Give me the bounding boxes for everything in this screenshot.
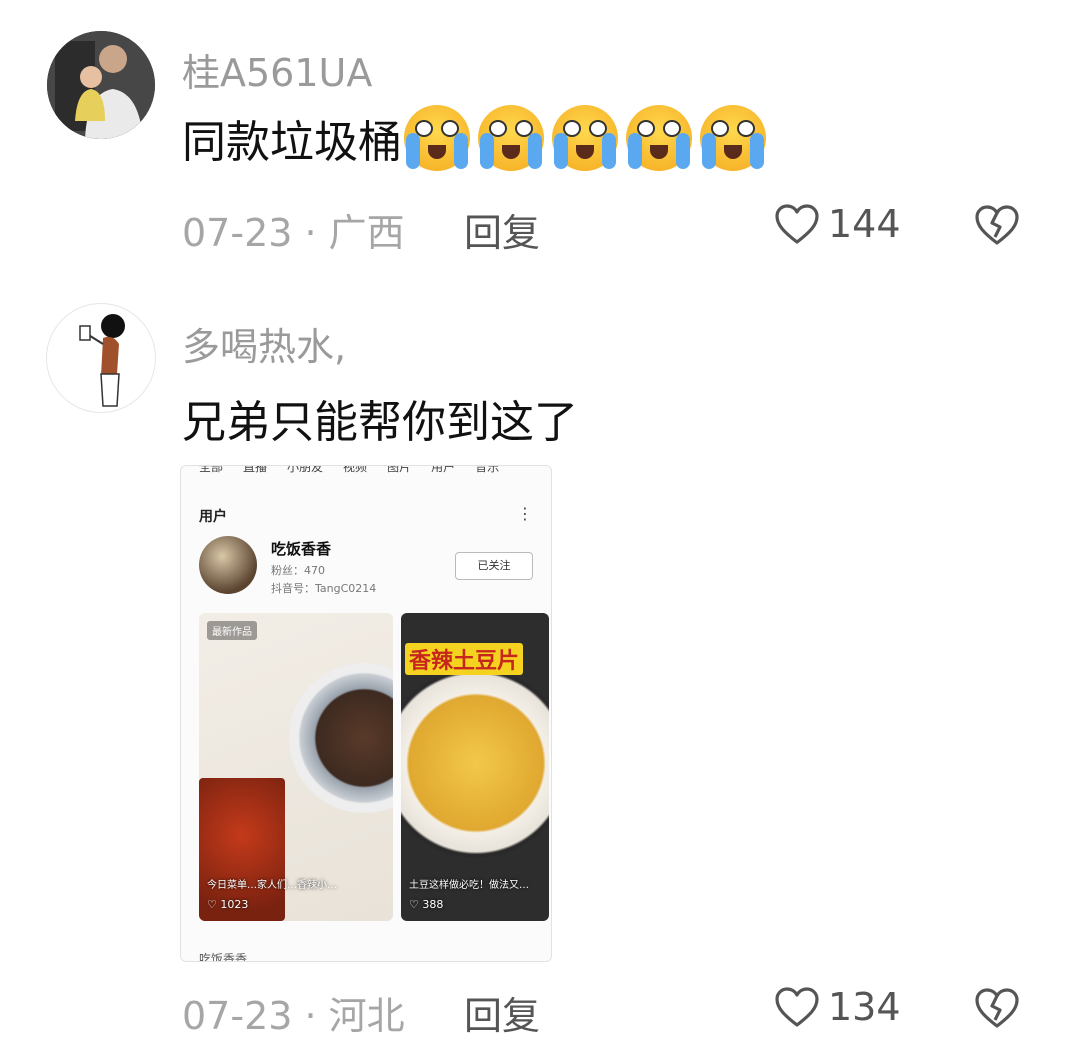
tab-item: 全部 [199,465,224,474]
section-title: 用户 [199,509,227,525]
reply-button[interactable]: 回复 [464,202,540,257]
profile-name: 吃饭香香 [271,540,332,558]
broken-heart-icon [975,988,1019,1028]
video-likes: ♡ 1023 [207,898,249,911]
next-result-peek: 吃饭香香 [199,952,248,962]
dislike-button[interactable] [974,204,1020,250]
food-dish-image [289,663,393,813]
username[interactable]: 多喝热水, [182,316,346,371]
food-dish-image [401,668,549,858]
reply-button[interactable]: 回复 [464,985,540,1040]
broken-heart-icon [975,205,1019,245]
video-likes: ♡ 388 [409,898,444,911]
comment-date-location: 07-23 · 广西 [182,211,405,255]
username[interactable]: 桂A561UA [182,42,372,97]
video-caption: 土豆这样做必吃！做法又… [409,880,529,891]
crying-face-emoji [626,105,692,171]
avatar [199,536,257,594]
tab-item: 用户 [431,465,456,474]
like-count: 134 [828,985,901,1029]
heart-icon [775,987,819,1027]
following-button: 已关注 [455,552,533,580]
comment-text: 同款垃圾桶 [182,105,766,171]
latest-badge: 最新作品 [207,621,257,640]
emoji-group [404,105,766,171]
comment-meta-row: 07-23 · 广西 回复 144 [182,202,1042,255]
search-tabs: 全部 直播 小朋友 视频 图片 用户 音乐 [199,465,500,475]
like-count: 144 [828,202,901,246]
video-title-overlay: 香辣土豆片 [405,643,524,675]
more-options-icon: ⋮ [517,504,533,523]
video-card: 最新作品 今日菜单…家人们…香辣小… ♡ 1023 [199,613,393,921]
comment-meta-row: 07-23 · 河北 回复 134 [182,985,1042,1038]
fan-count: 粉丝：470 [271,564,325,577]
crying-face-emoji [404,105,470,171]
crying-face-emoji [700,105,766,171]
tab-item: 图片 [387,465,412,474]
user-avatar[interactable] [47,304,155,412]
comment-text: 兄弟只能帮你到这了 [182,397,578,448]
like-button[interactable]: 134 [774,985,901,1029]
tab-item: 直播 [243,465,268,474]
comment-date-location: 07-23 · 河北 [182,994,405,1038]
video-card: 香辣土豆片 土豆这样做必吃！做法又… ♡ 388 [401,613,549,921]
tab-item: 小朋友 [287,465,324,474]
user-avatar[interactable] [47,31,155,139]
crying-face-emoji [478,105,544,171]
heart-icon [775,204,819,244]
video-like-count: 1023 [220,898,249,911]
crying-face-emoji [552,105,618,171]
attached-image[interactable]: 全部 直播 小朋友 视频 图片 用户 音乐 用户 ⋮ 吃饭香香 粉丝：470 抖… [180,465,552,962]
video-caption: 今日菜单…家人们…香辣小… [207,880,337,891]
video-like-count: 388 [422,898,444,911]
like-button[interactable]: 144 [774,202,901,246]
comment-text-content: 同款垃圾桶 [182,117,402,168]
account-id: 抖音号：TangC0214 [271,582,377,595]
tab-item: 音乐 [475,465,500,474]
dislike-button[interactable] [974,987,1020,1033]
tab-item: 视频 [343,465,368,474]
